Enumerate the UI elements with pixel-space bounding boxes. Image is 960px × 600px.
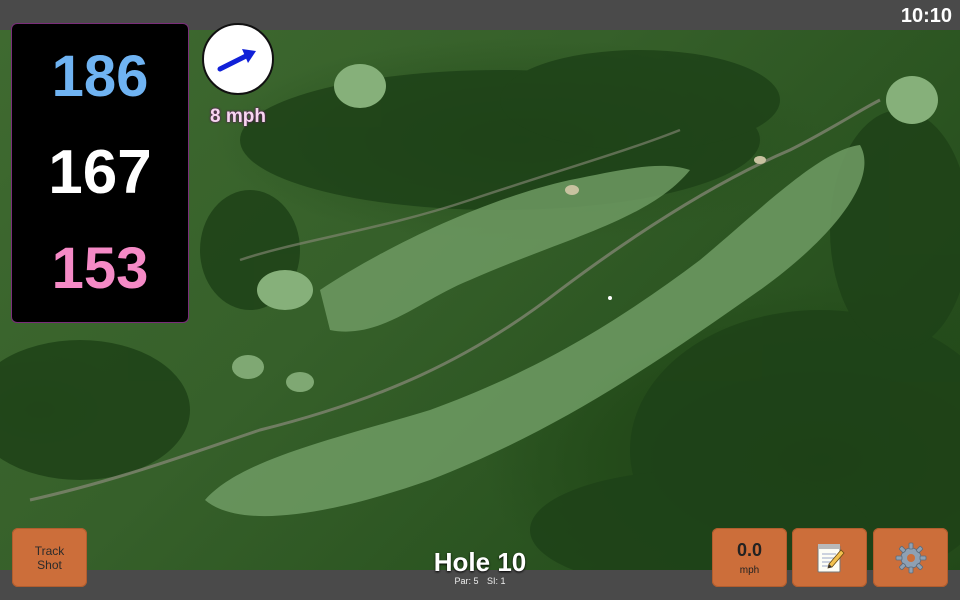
green-left — [232, 355, 264, 379]
bunker — [565, 185, 579, 195]
hole-title: Hole 10 — [433, 547, 527, 577]
hole-par: Par: 5 — [454, 576, 479, 586]
track-shot-button[interactable]: Track Shot — [12, 528, 87, 587]
ball-marker — [608, 296, 612, 300]
bunker — [754, 156, 766, 164]
gear-icon — [895, 542, 926, 573]
speed-button[interactable]: 0.0 mph — [712, 528, 787, 587]
hole-info: Hole 10 Par: 5 SI: 1 — [380, 548, 580, 587]
wind-direction-dial — [202, 23, 274, 95]
back-distance: 153 — [51, 236, 149, 301]
distance-panel: 186 167 153 — [11, 23, 189, 323]
green-right — [886, 76, 938, 124]
scorecard-notes-button[interactable] — [792, 528, 867, 587]
green-hole-10 — [257, 270, 313, 310]
hole-stroke-index: SI: 1 — [487, 576, 506, 586]
track-shot-label-1: Track — [34, 543, 65, 558]
notepad-icon — [817, 543, 845, 572]
wind-speed: 8 mph — [210, 106, 266, 127]
wind-arrow-icon — [217, 49, 256, 72]
speed-value: 0.0 — [736, 539, 763, 560]
track-shot-label-2: Shot — [37, 557, 62, 572]
green-upper — [334, 64, 386, 108]
front-distance: 186 — [51, 44, 149, 109]
speed-unit: mph — [739, 564, 760, 576]
hole-details: Par: 5 SI: 1 — [380, 576, 580, 587]
middle-distance: 167 — [48, 138, 152, 207]
settings-button[interactable] — [873, 528, 948, 587]
status-clock: 10:10 — [900, 5, 952, 27]
green-left-2 — [286, 372, 314, 392]
